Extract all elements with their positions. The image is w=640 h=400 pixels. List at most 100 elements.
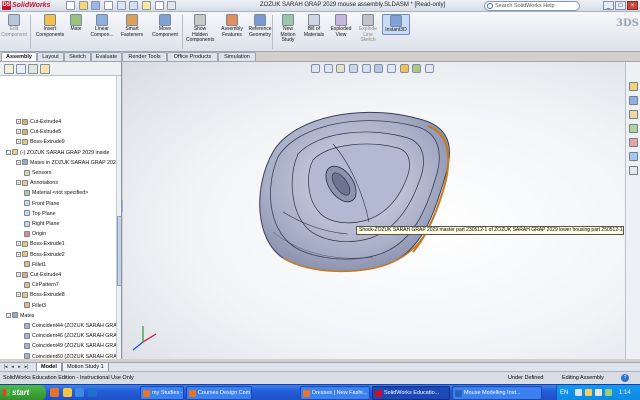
tree-item[interactable]: Right Plane <box>0 220 59 229</box>
tree-item[interactable]: Coincident60 (ZOZUK SARAH GRAP <box>0 353 120 359</box>
tree-item[interactable]: Coincident49 (ZOZUK SARAH GRAP <box>0 342 120 351</box>
tree-item[interactable]: + Cut-Extrude4 <box>0 118 61 127</box>
tree-item[interactable]: + Boss-Extrude2 <box>0 251 65 260</box>
maximize-button[interactable]: □ <box>615 1 626 10</box>
file-explorer-icon[interactable] <box>629 110 638 119</box>
ribbon-command-smart-fasteners[interactable]: Smart Fasteners <box>118 14 146 38</box>
tree-item[interactable]: Fillet3 <box>0 302 46 311</box>
ribbon-command-show-hidden[interactable]: Show Hidden Components <box>186 14 214 44</box>
undo-icon[interactable] <box>116 1 126 10</box>
file-properties-icon[interactable] <box>154 1 164 10</box>
start-button[interactable]: start <box>0 385 46 400</box>
mouse-assembly-model[interactable] <box>123 62 625 359</box>
internet-explorer-icon[interactable] <box>88 388 98 397</box>
open-icon[interactable] <box>78 1 88 10</box>
ribbon-command-linear-pattern[interactable]: Linear Compon... <box>88 14 116 38</box>
tab-layout[interactable]: Layout <box>37 52 64 61</box>
tree-item[interactable]: - Mates <box>0 312 34 321</box>
tree-scrollbar-thumb[interactable] <box>117 216 121 286</box>
new-document-icon[interactable] <box>66 1 75 10</box>
tab-assembly[interactable]: Assembly <box>1 52 37 61</box>
collapse-icon[interactable]: - <box>6 149 11 155</box>
tab-render-tools[interactable]: Render Tools <box>122 52 167 61</box>
tree-item[interactable]: + Boss-Extrude8 <box>0 291 65 300</box>
appearance-manager-tab-icon[interactable] <box>40 64 50 74</box>
close-button[interactable]: × <box>627 1 638 10</box>
tree-item[interactable]: Origin <box>0 230 46 239</box>
select-icon[interactable] <box>129 1 139 10</box>
help-icon[interactable]: ? <box>621 374 629 382</box>
appearances-icon[interactable] <box>629 152 638 161</box>
language-indicator[interactable]: EN <box>560 385 568 400</box>
expand-icon[interactable]: + <box>16 119 21 125</box>
expand-icon[interactable]: + <box>16 139 21 145</box>
ribbon-command-reference-geometry[interactable]: Reference Geometry <box>246 14 274 38</box>
search-tab-icon[interactable] <box>629 124 638 133</box>
custom-properties-icon[interactable] <box>629 166 638 175</box>
collapse-icon[interactable]: - <box>6 312 11 318</box>
expand-icon[interactable]: + <box>16 180 21 186</box>
firefox-icon[interactable] <box>50 388 59 397</box>
minimize-button[interactable]: _ <box>603 1 614 10</box>
ribbon-command-explode-line[interactable]: Explode Line Sketch <box>356 14 380 44</box>
tree-item[interactable]: + Mates in ZOZUK SARAH GRAP 2029 <box>0 159 119 168</box>
configuration-manager-tab-icon[interactable] <box>28 64 38 74</box>
property-manager-tab-icon[interactable] <box>16 64 26 74</box>
expand-icon[interactable]: + <box>16 241 21 247</box>
taskbar-button[interactable]: SolidWorks Educatio... <box>372 386 450 400</box>
expand-icon[interactable]: + <box>16 159 21 165</box>
tree-item[interactable]: + Boss-Extrude9 <box>0 138 65 147</box>
tab-office-products[interactable]: Office Products <box>167 52 218 61</box>
options-icon[interactable] <box>167 1 177 10</box>
show-desktop-icon[interactable] <box>75 388 85 397</box>
next-tab-arrow-icon[interactable]: ▸ <box>16 364 23 370</box>
tree-item[interactable]: + Cut-Extrude5 <box>0 128 61 137</box>
solidworks-logo[interactable]: DSSolidWorks <box>2 1 60 11</box>
solidworks-resources-icon[interactable] <box>629 82 638 91</box>
taskbar-button[interactable]: Mouse Modelling Inst... <box>452 386 542 400</box>
expand-icon[interactable]: + <box>16 251 21 257</box>
help-search-input[interactable]: Search SolidWorks Help <box>484 1 580 11</box>
taskbar-button[interactable]: my Studies - Mozilla ... <box>140 386 184 400</box>
last-tab-arrow-icon[interactable]: ▸| <box>23 364 30 370</box>
tree-item[interactable]: Front Plane <box>0 200 59 209</box>
tree-item[interactable]: + Annotations <box>0 179 58 188</box>
volume-icon[interactable] <box>595 389 602 396</box>
first-tab-arrow-icon[interactable]: |◂ <box>2 364 9 370</box>
ribbon-command-assembly-features[interactable]: Assembly Features <box>218 14 246 38</box>
ribbon-command-instant3d[interactable]: Instant3D <box>382 14 410 35</box>
expand-icon[interactable]: + <box>16 272 21 278</box>
ribbon-command-bom[interactable]: Bill of Materials <box>302 14 326 38</box>
taskbar-button[interactable]: Courses Design Com... <box>186 386 252 400</box>
tree-item[interactable]: Top Plane <box>0 210 56 219</box>
network-icon[interactable] <box>575 389 582 396</box>
taskbar-button[interactable]: Dresses | New Fashi... <box>300 386 370 400</box>
tree-item[interactable]: Sensors <box>0 169 51 178</box>
tree-scrollbar[interactable] <box>116 76 121 359</box>
tab-sketch[interactable]: Sketch <box>64 52 91 61</box>
design-library-icon[interactable] <box>629 96 638 105</box>
ribbon-command-insert-components[interactable]: Insert Components <box>34 14 66 38</box>
graphics-area[interactable]: Shock-ZOZUK SARAH GRAP 2029 master part … <box>123 62 625 359</box>
tree-item[interactable]: CirPattern7 <box>0 281 59 290</box>
ribbon-command-exploded-view[interactable]: Exploded View <box>328 14 354 38</box>
ribbon-command-mate[interactable]: Mate <box>66 14 86 33</box>
tab-simulation[interactable]: Simulation <box>218 52 256 61</box>
tree-item[interactable]: Coincident44 (ZOZUK SARAH GRAP <box>0 322 120 331</box>
expand-icon[interactable]: + <box>16 129 21 135</box>
ribbon-command-edit-component[interactable]: Edit Component <box>0 14 28 38</box>
tab-evaluate[interactable]: Evaluate <box>91 52 122 61</box>
save-icon[interactable] <box>91 1 101 10</box>
ribbon-command-move-component[interactable]: Move Component <box>148 14 182 38</box>
tree-item[interactable]: - (-) ZOZUK SARAH GRAP 2029 inside <box>0 149 109 158</box>
tree-item[interactable]: Coincident46 (ZOZUK SARAH GRAP <box>0 332 120 341</box>
view-palette-icon[interactable] <box>629 138 638 147</box>
tree-item[interactable]: + Cut-Extrude4 <box>0 271 61 280</box>
update-icon[interactable] <box>605 389 612 396</box>
feature-tree-tab-icon[interactable] <box>4 64 14 74</box>
folder-icon[interactable] <box>62 388 72 397</box>
security-icon[interactable] <box>585 389 592 396</box>
prev-tab-arrow-icon[interactable]: ◂ <box>9 364 16 370</box>
tree-item[interactable]: Fillet1 <box>0 261 46 270</box>
expand-icon[interactable]: + <box>16 292 21 298</box>
